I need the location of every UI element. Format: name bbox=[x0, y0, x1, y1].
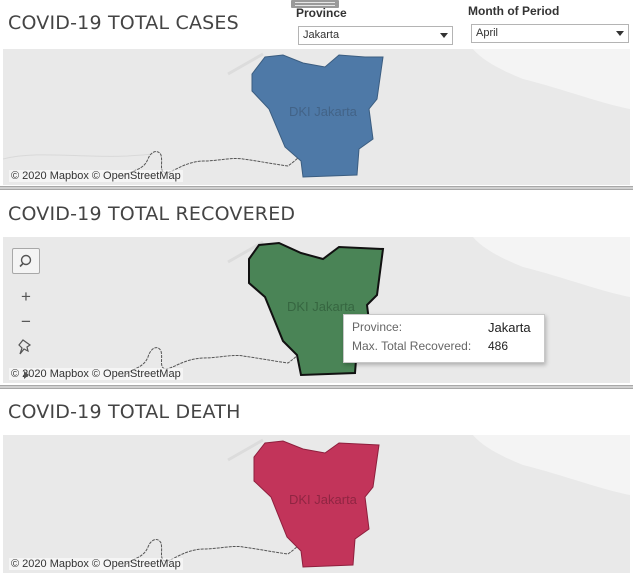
zoom-out-button[interactable]: − bbox=[12, 311, 40, 333]
map-attribution-cases: © 2020 Mapbox © OpenStreetMap bbox=[9, 170, 183, 182]
tooltip-value-recovered: 486 bbox=[488, 339, 509, 353]
month-filter-label: Month of Period bbox=[468, 4, 560, 18]
total-death-title: COVID-19 TOTAL DEATH bbox=[8, 401, 241, 423]
map-tooltip: Province: Jakarta Max. Total Recovered: … bbox=[343, 314, 545, 363]
total-death-map[interactable]: DKI Jakarta © 2020 Mapbox © OpenStreetMa… bbox=[3, 435, 630, 573]
chevron-down-icon bbox=[440, 33, 448, 38]
region-label-recovered: DKI Jakarta bbox=[287, 299, 356, 314]
region-label-death: DKI Jakarta bbox=[289, 492, 358, 507]
zoom-in-button[interactable]: + bbox=[12, 286, 40, 308]
play-arrow-icon bbox=[24, 371, 29, 379]
province-select[interactable]: Jakarta bbox=[298, 26, 453, 45]
month-select[interactable]: April bbox=[471, 24, 629, 43]
province-filter-label: Province bbox=[296, 6, 347, 20]
region-label-cases: DKI Jakarta bbox=[289, 104, 358, 119]
tooltip-row-province: Province: Jakarta bbox=[352, 320, 536, 339]
tooltip-key-province: Province: bbox=[352, 320, 403, 334]
tooltip-key-recovered: Max. Total Recovered: bbox=[352, 339, 472, 353]
total-recovered-title: COVID-19 TOTAL RECOVERED bbox=[8, 203, 296, 225]
total-death-section: COVID-19 TOTAL DEATH DKI Jakarta © 2020 … bbox=[0, 389, 633, 578]
total-cases-map[interactable]: DKI Jakarta © 2020 Mapbox © OpenStreetMa… bbox=[3, 49, 630, 185]
month-select-value: April bbox=[476, 27, 499, 39]
tooltip-value-province: Jakarta bbox=[488, 320, 531, 335]
pin-icon bbox=[18, 339, 32, 355]
map-canvas: DKI Jakarta bbox=[3, 49, 630, 178]
total-cases-title: COVID-19 TOTAL CASES bbox=[8, 12, 239, 34]
magnifier-icon bbox=[19, 254, 32, 268]
map-canvas: DKI Jakarta bbox=[122, 435, 630, 568]
expand-toolbar-arrow[interactable] bbox=[12, 370, 40, 380]
chevron-down-icon bbox=[616, 31, 624, 36]
province-select-value: Jakarta bbox=[303, 29, 340, 41]
total-cases-section: COVID-19 TOTAL CASES Province Jakarta Mo… bbox=[0, 0, 633, 190]
map-search-button[interactable] bbox=[12, 248, 40, 274]
map-attribution-death: © 2020 Mapbox © OpenStreetMap bbox=[9, 558, 183, 570]
pin-map-button[interactable] bbox=[12, 336, 40, 358]
tooltip-row-recovered: Max. Total Recovered: 486 bbox=[352, 339, 536, 358]
